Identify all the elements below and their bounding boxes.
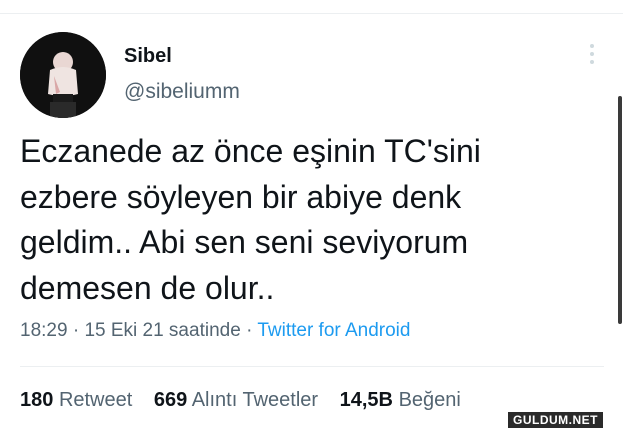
quote-tweet-count-label: Alıntı Tweetler xyxy=(191,389,319,411)
tweet-stats: 180 Retweet 669 Alıntı Tweetler 14,5B Be… xyxy=(20,389,477,412)
tweet-text-line: Eczanede az önce eşinin TC'sini xyxy=(20,133,481,169)
tweet-text-line: demesen de olur.. xyxy=(20,269,275,306)
avatar-image xyxy=(20,32,106,118)
quote-tweet-count-value: 669 xyxy=(153,389,188,411)
tweet-text-line: geldim.. Abi sen seni seviyorum xyxy=(20,224,469,260)
stats-divider xyxy=(20,366,604,367)
tweet-text: Eczanede az önce eşinin TC'sini ezbere s… xyxy=(20,129,580,311)
meta-separator: · xyxy=(246,320,253,341)
meta-separator: · xyxy=(72,320,80,341)
retweet-count-value: 180 xyxy=(20,389,54,411)
tweet-date[interactable]: 15 Eki 21 saatinde xyxy=(84,320,240,341)
more-options-icon[interactable] xyxy=(585,44,599,70)
scrollbar[interactable] xyxy=(618,96,622,324)
top-divider xyxy=(0,13,623,14)
like-count-value: 14,5B xyxy=(339,389,393,411)
retweet-count-label: Retweet xyxy=(58,389,133,411)
watermark-logo: GULDUM.NET xyxy=(508,412,603,428)
author-handle[interactable]: @sibeliumm xyxy=(124,80,240,104)
tweet-source-link[interactable]: Twitter for Android xyxy=(257,320,410,341)
tweet-time[interactable]: 18:29 xyxy=(20,320,68,341)
retweet-count[interactable]: 180 Retweet xyxy=(20,389,132,411)
avatar[interactable] xyxy=(20,32,106,118)
like-count-label: Beğeni xyxy=(398,389,461,411)
like-count[interactable]: 14,5B Beğeni xyxy=(340,389,461,411)
tweet-meta: 18:29 · 15 Eki 21 saatinde · Twitter for… xyxy=(20,320,410,342)
author-display-name[interactable]: Sibel xyxy=(124,45,172,68)
tweet-text-line: ezbere söyleyen bir abiye denk xyxy=(20,178,462,215)
quote-tweet-count[interactable]: 669 Alıntı Tweetler xyxy=(154,389,318,411)
